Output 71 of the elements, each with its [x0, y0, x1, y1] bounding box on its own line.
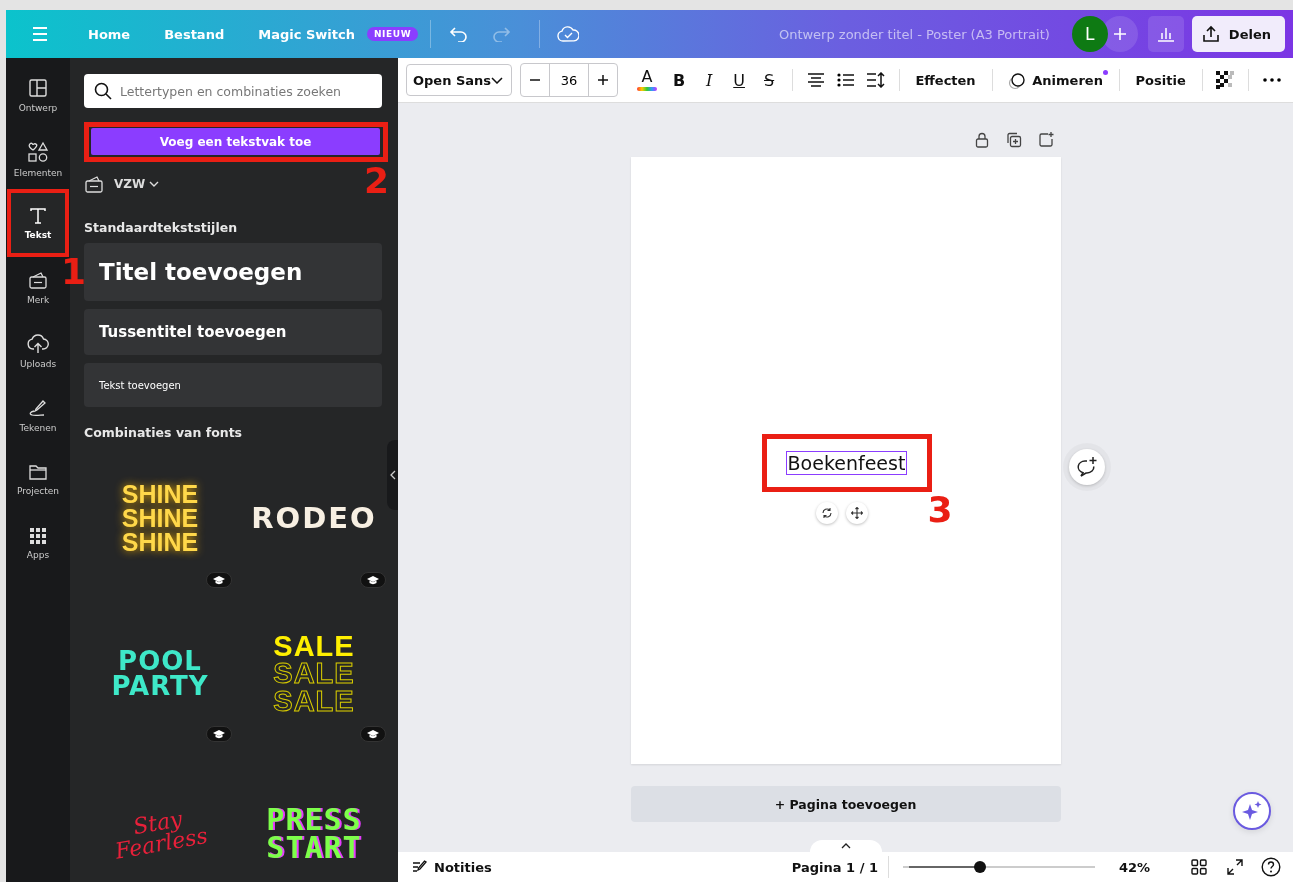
section-heading: Combinaties van fonts	[84, 425, 244, 440]
add-page-button[interactable]: + Pagina toevoegen	[630, 786, 1061, 822]
user-avatar[interactable]: L	[1071, 16, 1108, 52]
zoom-percentage[interactable]: 42%	[1119, 859, 1159, 875]
combo-line: SHINE	[121, 530, 199, 555]
format-button[interactable]: U	[726, 65, 753, 95]
combo-line: POOL	[118, 649, 202, 674]
rail-item[interactable]: Ontwerp	[10, 64, 66, 126]
sparkle-icon[interactable]	[1233, 792, 1271, 830]
bar-chart-icon[interactable]	[1147, 16, 1184, 52]
text-style-card[interactable]: Titel toevoegen	[84, 243, 382, 301]
font-combination[interactable]: PRESS START	[238, 764, 390, 882]
notes-icon	[412, 860, 428, 874]
notes-button[interactable]: Notities	[412, 859, 492, 875]
rail-item[interactable]: Projecten	[10, 448, 66, 510]
page-indicator[interactable]: Pagina 1 / 1	[791, 859, 878, 875]
caret-up-icon[interactable]	[809, 840, 882, 852]
annotation-number: 2	[363, 163, 389, 199]
combo-line: START	[266, 834, 362, 863]
combo-line: PARTY	[111, 674, 209, 699]
font-size-field[interactable]: 36	[549, 64, 590, 96]
combo-line: PRESS	[266, 805, 362, 834]
rotate-icon[interactable]	[815, 502, 838, 524]
collapse-panel-handle[interactable]	[387, 440, 398, 510]
brand-kit-dropdown[interactable]: VZW	[114, 177, 160, 191]
font-dropdown[interactable]: Open Sans	[406, 64, 513, 96]
font-combination[interactable]: RODEO	[238, 456, 390, 596]
add-comment-icon[interactable]	[1068, 449, 1105, 485]
text-style-card[interactable]: Tussentitel toevoegen	[84, 309, 382, 355]
new-badge: NIEUW	[366, 27, 419, 41]
rail-item[interactable]: Apps	[10, 512, 66, 574]
effects-button[interactable]: Effecten	[909, 65, 982, 95]
format-button[interactable]: I	[696, 65, 723, 95]
share-icon	[1201, 25, 1220, 43]
combo-line: SHINE	[121, 507, 199, 531]
font-combination[interactable]: SALE SALE SALE	[238, 610, 390, 750]
combo-line: SALE	[273, 687, 355, 716]
position-button[interactable]: Positie	[1129, 65, 1192, 95]
rail-item[interactable]: Uploads	[10, 320, 66, 382]
rail-item[interactable]: Tekst	[10, 192, 66, 254]
combo-line: SHINE	[121, 483, 199, 508]
text-color-button[interactable]: A	[634, 65, 661, 95]
format-button[interactable]: B	[666, 65, 693, 95]
cloud-upload-icon	[27, 333, 49, 354]
share-button[interactable]: Delen	[1191, 16, 1285, 52]
add-textbox-button[interactable]: Voeg een tekstvak toe	[91, 128, 380, 155]
layout-icon	[28, 77, 48, 98]
rail-item[interactable]: Elementen	[10, 128, 66, 190]
combo-line: SALE	[273, 632, 355, 661]
combo-line: RODEO	[251, 505, 377, 533]
text-icon	[29, 206, 47, 225]
briefcase-icon	[84, 174, 104, 194]
annotation-number: 3	[927, 492, 953, 528]
font-combination[interactable]: POOL PARTY	[84, 610, 236, 750]
animate-button[interactable]: Animeren	[1002, 65, 1109, 95]
folder-icon	[28, 462, 48, 481]
rail-item[interactable]: Tekenen	[10, 384, 66, 446]
apps-icon	[29, 526, 47, 545]
search-field[interactable]: Lettertypen en combinaties zoeken	[84, 74, 382, 108]
shapes-icon	[27, 140, 49, 163]
combo-line: SALE	[273, 660, 355, 688]
chevron-down-icon	[149, 181, 160, 187]
font-combination[interactable]: SHINE SHINE SHINE	[84, 456, 236, 596]
text-style-card[interactable]: Tekst toevoegen	[84, 363, 382, 407]
text-element[interactable]: Boekenfeest	[785, 451, 908, 475]
move-icon[interactable]	[845, 502, 868, 524]
search-icon	[94, 82, 112, 100]
format-button[interactable]: S	[756, 65, 783, 95]
chevron-down-icon	[491, 76, 504, 84]
zoom-thumb[interactable]	[974, 861, 987, 873]
section-heading: Standaardtekststijlen	[84, 220, 239, 235]
